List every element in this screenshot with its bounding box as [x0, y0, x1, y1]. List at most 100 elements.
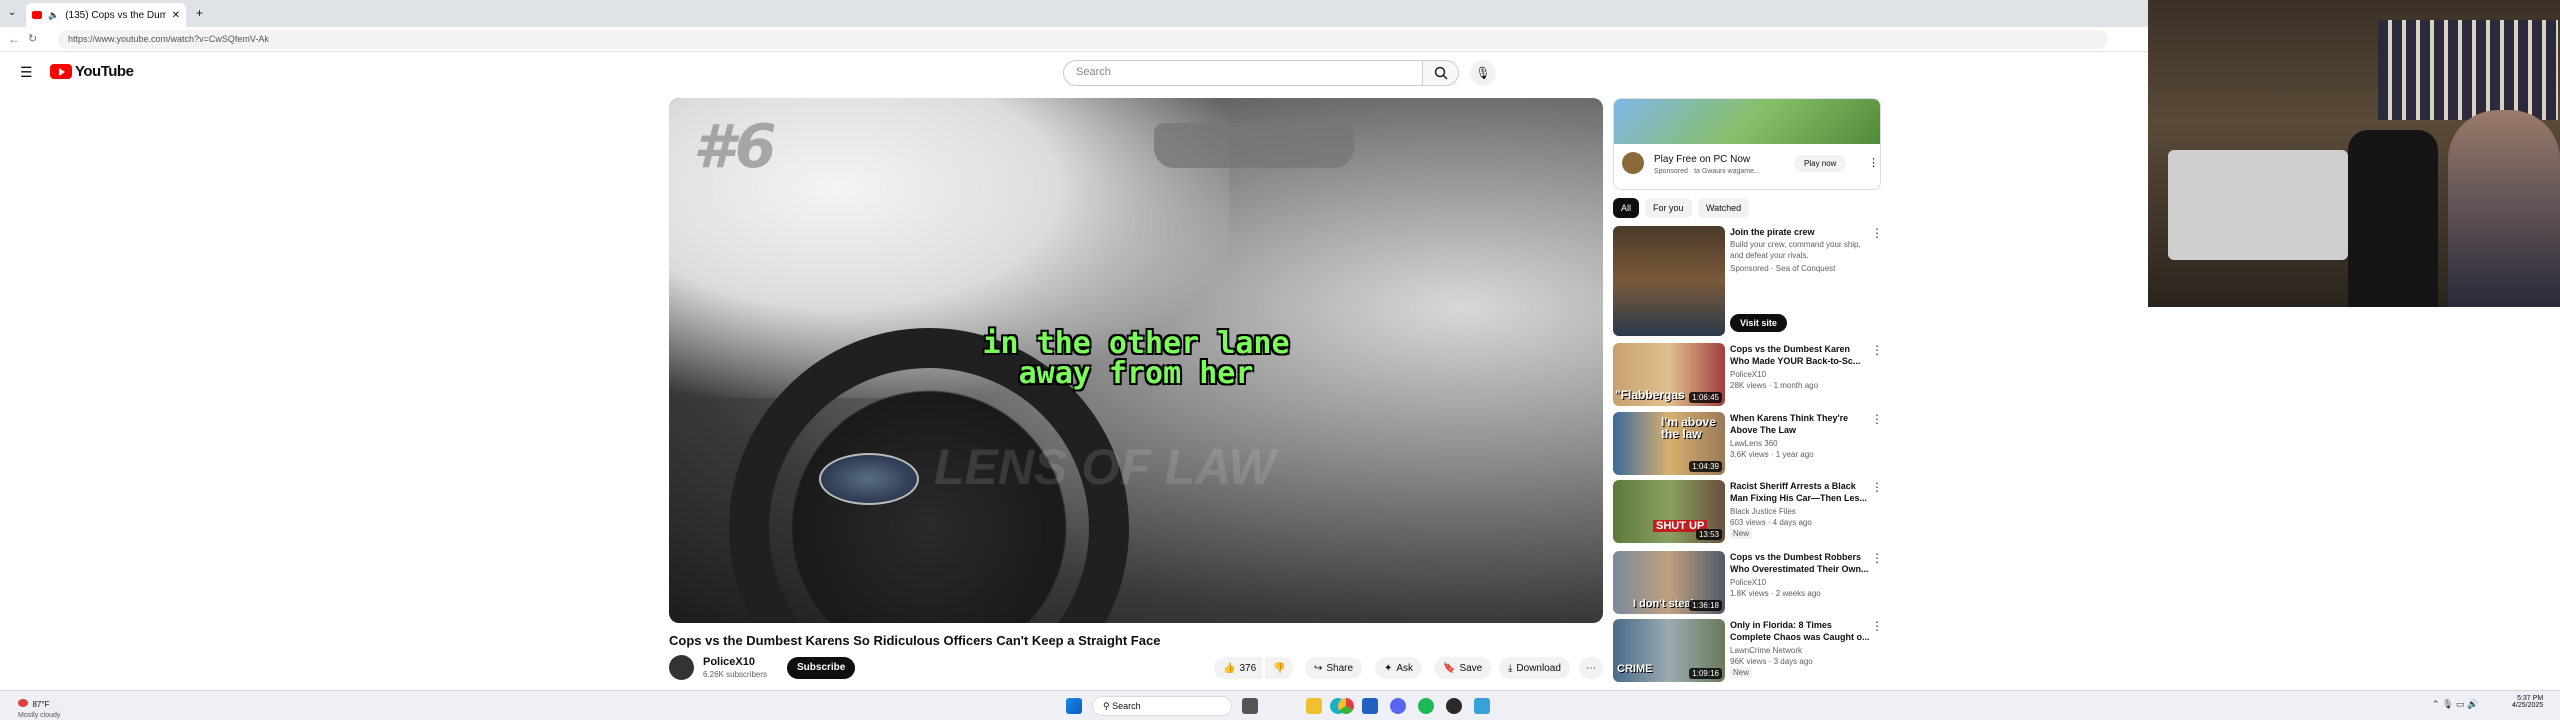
thumbnail-text: I'm above the law — [1661, 415, 1716, 441]
rec-stats: 28K views · 1 month ago — [1730, 381, 1819, 390]
windows-start-icon[interactable] — [1066, 698, 1082, 714]
rec-channel[interactable]: PoliceX10 — [1730, 577, 1870, 588]
task-view-icon[interactable] — [1242, 698, 1258, 714]
thumbs-down-icon: 👎 — [1273, 662, 1286, 674]
subtitle-line-2: away from her — [1018, 356, 1254, 391]
video-thumbnail[interactable]: "Flabbergas 1:06:45 — [1613, 343, 1725, 406]
ad-more-icon[interactable]: ⋮ — [1868, 156, 1879, 169]
more-icon[interactable]: ⋮ — [1871, 551, 1883, 565]
youtube-logo[interactable]: YouTube — [50, 63, 134, 80]
more-icon[interactable]: ⋮ — [1871, 343, 1883, 357]
thumbnail-text: "Flabbergas — [1615, 388, 1685, 402]
rec-title[interactable]: Join the pirate crew — [1730, 226, 1870, 238]
search-icon — [1434, 66, 1448, 80]
more-icon[interactable]: ⋮ — [1871, 619, 1883, 633]
rec-stats: 3.6K views · 1 year ago — [1730, 450, 1814, 459]
list-item[interactable]: I'm above the law 1:04:39 When Karens Th… — [1613, 412, 1883, 477]
video-thumbnail[interactable]: CRIME 1:09:16 — [1613, 619, 1725, 682]
channel-name[interactable]: PoliceX10 — [703, 656, 755, 668]
ask-button[interactable]: ✦ Ask — [1375, 657, 1423, 679]
duration-badge: 1:06:45 — [1689, 392, 1722, 403]
tab-dropdown-icon[interactable]: ⌄ — [8, 7, 16, 18]
chip-watched[interactable]: Watched — [1698, 198, 1750, 218]
video-thumbnail[interactable]: SHUT UP 13:53 — [1613, 480, 1725, 543]
rec-sponsor: Sponsored · Sea of Conquest — [1730, 264, 1836, 273]
list-item[interactable]: "Flabbergas 1:06:45 Cops vs the Dumbest … — [1613, 343, 1883, 408]
download-button[interactable]: ⤓ Download — [1499, 657, 1570, 679]
ask-label: Ask — [1396, 662, 1414, 674]
episode-badge: #6 — [693, 112, 777, 182]
subscriber-count: 6.26K subscribers — [703, 670, 768, 679]
obs-icon[interactable] — [1446, 698, 1462, 714]
chrome-icon[interactable] — [1338, 698, 1354, 714]
system-tray-icons[interactable]: ⌃ 🎙 ▭ 🔊 — [2432, 699, 2478, 710]
rearview-mirror — [1154, 123, 1354, 168]
browser-tab-active[interactable]: 🔈 (135) Cops vs the Dumbest K... ✕ — [26, 3, 186, 27]
youtube-logo-text: YouTube — [75, 63, 134, 80]
video-thumbnail[interactable]: I'm above the law 1:04:39 — [1613, 412, 1725, 475]
download-label: Download — [1516, 662, 1561, 674]
file-explorer-icon[interactable] — [1306, 698, 1322, 714]
video-thumbnail[interactable]: I don't steal 1:36:18 — [1613, 551, 1725, 614]
back-arrow-icon[interactable]: ← — [8, 32, 20, 46]
list-item[interactable]: SHUT UP 13:53 Racist Sheriff Arrests a B… — [1613, 480, 1883, 545]
app-icon[interactable] — [1474, 698, 1490, 714]
search-input[interactable]: Search — [1063, 60, 1423, 86]
weather-widget[interactable]: 87°F Mostly cloudy — [18, 694, 60, 719]
rec-channel[interactable]: LawnCrime Network — [1730, 645, 1870, 656]
taskbar-search[interactable]: ⚲ Search — [1092, 696, 1232, 716]
rec-title[interactable]: Cops vs the Dumbest Karen Who Made YOUR … — [1730, 343, 1870, 367]
thumbnail-text: CRIME — [1617, 663, 1653, 675]
sidebar-ad[interactable]: Play Free on PC Now Sponsored · ta Gwaun… — [1613, 98, 1881, 190]
url-text: https://www.youtube.com/watch?v=CwSQfemV… — [68, 34, 269, 44]
tab-title: (135) Cops vs the Dumbest K... — [65, 9, 166, 21]
share-button[interactable]: ↪ Share — [1305, 657, 1363, 679]
list-item[interactable]: CRIME 1:09:16 Only in Florida: 8 Times C… — [1613, 619, 1883, 684]
ad-play-now-button[interactable]: Play now — [1794, 155, 1847, 172]
more-actions-button[interactable]: ⋯ — [1579, 657, 1603, 679]
tab-close-icon[interactable]: ✕ — [172, 10, 180, 21]
search-placeholder: Search — [1076, 66, 1111, 78]
search-button[interactable] — [1423, 60, 1459, 86]
clock-date: 4/25/2025 — [2512, 702, 2544, 709]
rec-title[interactable]: Only in Florida: 8 Times Complete Chaos … — [1730, 619, 1870, 643]
menu-hamburger-icon[interactable]: ☰ — [20, 64, 33, 81]
store-icon[interactable] — [1362, 698, 1378, 714]
clock[interactable]: 5:37 PM 4/25/2025 — [2512, 695, 2543, 709]
rec-title[interactable]: When Karens Think They're Above The Law — [1730, 412, 1870, 436]
visit-site-button[interactable]: Visit site — [1730, 314, 1787, 332]
discord-icon[interactable] — [1390, 698, 1406, 714]
rec-title[interactable]: Cops vs the Dumbest Robbers Who Overesti… — [1730, 551, 1870, 575]
list-item[interactable]: I don't steal 1:36:18 Cops vs the Dumbes… — [1613, 551, 1883, 616]
more-icon[interactable]: ⋮ — [1871, 226, 1883, 240]
save-button[interactable]: 🔖 Save — [1434, 657, 1492, 679]
thumbnail-text: I don't steal — [1633, 598, 1694, 610]
ad-banner-image — [1614, 99, 1880, 144]
video-player[interactable]: #6 LENS OF LAW in the other lane away fr… — [669, 98, 1603, 623]
sponsored-recommendation[interactable]: Join the pirate crew Build your crew, co… — [1613, 226, 1883, 338]
search-icon: ⚲ — [1103, 701, 1113, 711]
ford-emblem — [819, 453, 919, 505]
rec-channel[interactable]: Black Justice Files — [1730, 506, 1870, 517]
chip-all[interactable]: All — [1613, 198, 1640, 218]
new-tab-button[interactable]: + — [196, 6, 203, 20]
spotify-icon[interactable] — [1418, 698, 1434, 714]
duration-badge: 1:04:39 — [1689, 461, 1722, 472]
more-icon[interactable]: ⋮ — [1871, 480, 1883, 494]
tab-audio-icon[interactable]: 🔈 — [48, 10, 59, 21]
youtube-header: ☰ YouTube Search 🎙 — [0, 52, 2148, 96]
rec-title[interactable]: Racist Sheriff Arrests a Black Man Fixin… — [1730, 480, 1870, 504]
reload-icon[interactable]: ↻ — [28, 32, 37, 45]
voice-search-button[interactable]: 🎙 — [1470, 60, 1496, 86]
channel-avatar[interactable] — [669, 655, 694, 680]
rec-stats: 1.8K views · 2 weeks ago — [1730, 589, 1821, 598]
more-icon[interactable]: ⋮ — [1871, 412, 1883, 426]
dislike-button[interactable]: 👎 — [1265, 657, 1294, 679]
subscribe-button[interactable]: Subscribe — [787, 657, 856, 679]
url-field[interactable]: https://www.youtube.com/watch?v=CwSQfemV… — [58, 30, 2108, 49]
chip-for-you[interactable]: For you — [1645, 198, 1692, 218]
like-button[interactable]: 👍 376 — [1214, 657, 1263, 679]
video-thumbnail[interactable] — [1613, 226, 1725, 336]
rec-channel[interactable]: PoliceX10 — [1730, 369, 1870, 380]
rec-channel[interactable]: LawLens 360 — [1730, 438, 1870, 449]
